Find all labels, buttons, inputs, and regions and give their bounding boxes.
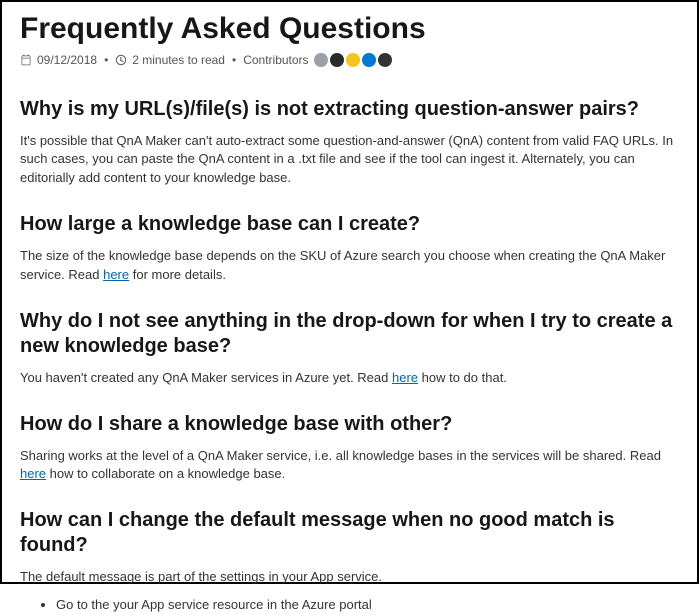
avatar[interactable] xyxy=(362,53,376,67)
faq-heading: Why is my URL(s)/file(s) is not extracti… xyxy=(20,97,679,122)
list-item: Go to the your App service resource in t… xyxy=(56,595,679,615)
faq-bullets: Go to the your App service resource in t… xyxy=(20,595,679,615)
faq-body: It's possible that QnA Maker can't auto-… xyxy=(20,132,679,189)
faq-heading: How large a knowledge base can I create? xyxy=(20,212,679,237)
read-time: 2 minutes to read xyxy=(132,53,225,67)
faq-section: How can I change the default message whe… xyxy=(20,508,679,614)
faq-body: You haven't created any QnA Maker servic… xyxy=(20,369,679,388)
article-date: 09/12/2018 xyxy=(37,53,97,67)
body-text: Sharing works at the level of a QnA Make… xyxy=(20,448,661,463)
faq-heading: Why do I not see anything in the drop-do… xyxy=(20,309,679,359)
faq-body: Sharing works at the level of a QnA Make… xyxy=(20,447,679,485)
faq-body: The default message is part of the setti… xyxy=(20,568,679,587)
faq-section: Why is my URL(s)/file(s) is not extracti… xyxy=(20,97,679,189)
faq-heading: How can I change the default message whe… xyxy=(20,508,679,558)
faq-section: How large a knowledge base can I create?… xyxy=(20,212,679,285)
separator-dot: • xyxy=(104,53,108,67)
clock-icon xyxy=(115,54,127,66)
doc-link[interactable]: here xyxy=(103,267,129,282)
body-text: how to collaborate on a knowledge base. xyxy=(46,466,285,481)
body-text: You haven't created any QnA Maker servic… xyxy=(20,370,392,385)
faq-heading: How do I share a knowledge base with oth… xyxy=(20,412,679,437)
page-title: Frequently Asked Questions xyxy=(20,12,679,47)
avatar[interactable] xyxy=(330,53,344,67)
faq-body: The size of the knowledge base depends o… xyxy=(20,247,679,285)
body-text: how to do that. xyxy=(418,370,507,385)
body-text: for more details. xyxy=(129,267,226,282)
faq-section: How do I share a knowledge base with oth… xyxy=(20,412,679,485)
avatar[interactable] xyxy=(378,53,392,67)
doc-link[interactable]: here xyxy=(20,466,46,481)
avatar[interactable] xyxy=(314,53,328,67)
avatar[interactable] xyxy=(346,53,360,67)
faq-section: Why do I not see anything in the drop-do… xyxy=(20,309,679,388)
doc-link[interactable]: here xyxy=(392,370,418,385)
calendar-icon xyxy=(20,54,32,66)
separator-dot: • xyxy=(232,53,236,67)
contributors-label: Contributors xyxy=(243,53,308,67)
contributor-avatars xyxy=(314,53,392,67)
article-meta: 09/12/2018 • 2 minutes to read • Contrib… xyxy=(20,53,679,67)
